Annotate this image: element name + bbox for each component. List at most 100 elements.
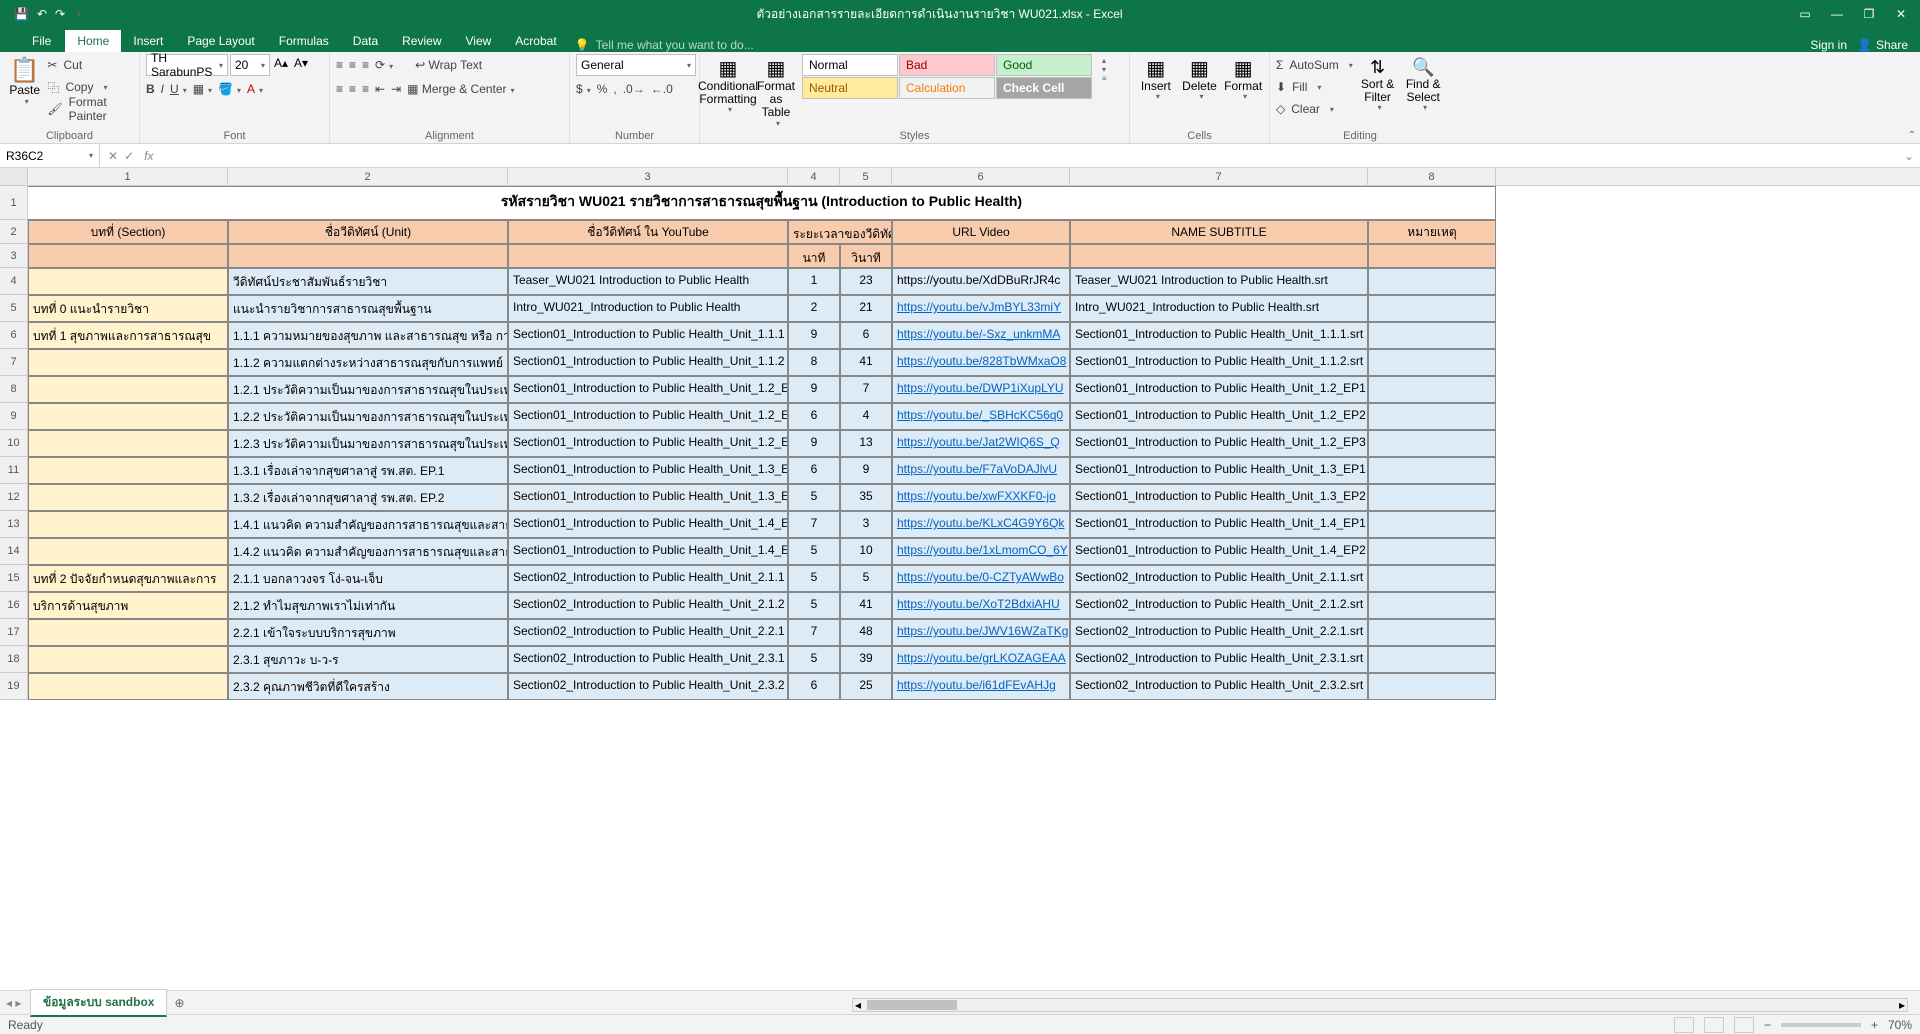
- style-check-cell[interactable]: Check Cell: [996, 77, 1092, 99]
- underline-button[interactable]: U▾: [170, 82, 187, 96]
- cell[interactable]: 1.1.1 ความหมายของสุขภาพ และสาธารณสุข หรื…: [228, 322, 508, 349]
- cell[interactable]: [1368, 619, 1496, 646]
- row-header[interactable]: 7: [0, 349, 28, 376]
- cell[interactable]: [1368, 484, 1496, 511]
- cell[interactable]: 9: [788, 322, 840, 349]
- cell[interactable]: Section01_Introduction to Public Health_…: [1070, 349, 1368, 376]
- cell[interactable]: ระยะเวลาของวีดิทัศน์: [788, 220, 892, 244]
- cell[interactable]: https://youtu.be/-Sxz_unkmMA: [892, 322, 1070, 349]
- autosum-button[interactable]: ΣAutoSum▾: [1276, 54, 1353, 76]
- zoom-in-button[interactable]: +: [1871, 1018, 1878, 1032]
- cell[interactable]: วีดิทัศน์ประชาสัมพันธ์รายวิชา: [228, 268, 508, 295]
- cell[interactable]: 39: [840, 646, 892, 673]
- cell[interactable]: 41: [840, 592, 892, 619]
- italic-button[interactable]: I: [161, 82, 164, 96]
- column-header[interactable]: 1: [28, 168, 228, 185]
- cell[interactable]: https://youtu.be/XoT2BdxiAHU: [892, 592, 1070, 619]
- style-calculation[interactable]: Calculation: [899, 77, 995, 99]
- spreadsheet-grid[interactable]: 12345678 1รหัสรายวิชา WU021 รายวิชาการสา…: [0, 168, 1920, 990]
- align-bottom-icon[interactable]: ≡: [362, 58, 369, 72]
- horizontal-scrollbar[interactable]: ◂▸: [852, 998, 1908, 1012]
- column-header[interactable]: 6: [892, 168, 1070, 185]
- styles-more-icon[interactable]: ≡: [1102, 74, 1107, 83]
- cell[interactable]: Section02_Introduction to Public Health_…: [508, 565, 788, 592]
- cell[interactable]: Section01_Introduction to Public Health_…: [1070, 322, 1368, 349]
- cell[interactable]: Teaser_WU021 Introduction to Public Heal…: [1070, 268, 1368, 295]
- cell[interactable]: 2.1.2 ทำไมสุขภาพเราไม่เท่ากัน: [228, 592, 508, 619]
- cell[interactable]: Section01_Introduction to Public Health_…: [508, 430, 788, 457]
- minimize-icon[interactable]: —: [1830, 7, 1844, 21]
- fx-icon[interactable]: fx: [144, 149, 153, 163]
- cell[interactable]: 9: [788, 430, 840, 457]
- cell[interactable]: 13: [840, 430, 892, 457]
- style-normal[interactable]: Normal: [802, 54, 898, 76]
- cell[interactable]: [1368, 511, 1496, 538]
- cell[interactable]: https://youtu.be/i61dFEvAHJg: [892, 673, 1070, 700]
- row-header[interactable]: 4: [0, 268, 28, 295]
- bold-button[interactable]: B: [146, 82, 155, 96]
- increase-decimal-icon[interactable]: .0→: [623, 82, 645, 96]
- row-header[interactable]: 3: [0, 244, 28, 268]
- decrease-indent-icon[interactable]: ⇤: [375, 82, 385, 96]
- expand-formula-bar-icon[interactable]: ⌄: [1898, 149, 1920, 163]
- cell[interactable]: Section01_Introduction to Public Health_…: [508, 457, 788, 484]
- cell[interactable]: วินาที: [840, 244, 892, 268]
- cell[interactable]: 5: [788, 484, 840, 511]
- number-format-select[interactable]: General▾: [576, 54, 696, 76]
- cell[interactable]: Section01_Introduction to Public Health_…: [1070, 538, 1368, 565]
- cell[interactable]: 9: [840, 457, 892, 484]
- cell[interactable]: [28, 403, 228, 430]
- add-sheet-button[interactable]: ⊕: [169, 996, 189, 1010]
- align-right-icon[interactable]: ≡: [362, 82, 369, 96]
- cell[interactable]: Section01_Introduction to Public Health_…: [508, 511, 788, 538]
- page-break-view-button[interactable]: [1734, 1017, 1754, 1033]
- merge-center-button[interactable]: ▦ Merge & Center▾: [407, 82, 514, 96]
- zoom-slider[interactable]: [1781, 1023, 1861, 1027]
- row-header[interactable]: 13: [0, 511, 28, 538]
- cell[interactable]: [28, 673, 228, 700]
- row-header[interactable]: 8: [0, 376, 28, 403]
- row-header[interactable]: 18: [0, 646, 28, 673]
- row-header[interactable]: 15: [0, 565, 28, 592]
- align-top-icon[interactable]: ≡: [336, 58, 343, 72]
- cell[interactable]: 5: [788, 565, 840, 592]
- styles-scroll-down-icon[interactable]: ▾: [1102, 65, 1107, 74]
- cell[interactable]: 7: [788, 619, 840, 646]
- row-header[interactable]: 2: [0, 220, 28, 244]
- paste-button[interactable]: 📋Paste▾: [6, 54, 43, 106]
- cell[interactable]: Section02_Introduction to Public Health_…: [508, 592, 788, 619]
- close-icon[interactable]: ✕: [1894, 7, 1908, 21]
- maximize-icon[interactable]: ❐: [1862, 7, 1876, 21]
- cell[interactable]: Section02_Introduction to Public Health_…: [1070, 619, 1368, 646]
- cell[interactable]: 1.4.1 แนวคิด ความสำคัญของการสาธารณสุขและ…: [228, 511, 508, 538]
- style-good[interactable]: Good: [996, 54, 1092, 76]
- cell[interactable]: บทที่ 0 แนะนำรายวิชา: [28, 295, 228, 322]
- cell[interactable]: [1368, 538, 1496, 565]
- border-button[interactable]: ▦▾: [193, 82, 212, 96]
- save-icon[interactable]: 💾: [14, 7, 29, 21]
- cell[interactable]: Section01_Introduction to Public Health_…: [508, 538, 788, 565]
- cell[interactable]: 7: [840, 376, 892, 403]
- cell[interactable]: [1368, 592, 1496, 619]
- row-header[interactable]: 10: [0, 430, 28, 457]
- cell[interactable]: [28, 538, 228, 565]
- cell[interactable]: [28, 484, 228, 511]
- cell[interactable]: 1.2.3 ประวัติความเป็นมาของการสาธารณสุขใน…: [228, 430, 508, 457]
- cell[interactable]: [508, 244, 788, 268]
- sort-filter-button[interactable]: ⇅Sort & Filter▾: [1357, 54, 1399, 113]
- font-name-select[interactable]: TH SarabunPS▾: [146, 54, 228, 76]
- scrollbar-thumb[interactable]: [867, 1000, 957, 1010]
- cell[interactable]: Section01_Introduction to Public Health_…: [1070, 376, 1368, 403]
- cell[interactable]: 1.2.1 ประวัติความเป็นมาของการสาธารณสุขใน…: [228, 376, 508, 403]
- cell[interactable]: ชื่อวีดิทัศน์ (Unit): [228, 220, 508, 244]
- redo-icon[interactable]: ↷: [55, 7, 65, 21]
- cell[interactable]: https://youtu.be/grLKOZAGEAA: [892, 646, 1070, 673]
- cell[interactable]: [1368, 430, 1496, 457]
- increase-indent-icon[interactable]: ⇥: [391, 82, 401, 96]
- cell[interactable]: 35: [840, 484, 892, 511]
- style-neutral[interactable]: Neutral: [802, 77, 898, 99]
- column-header[interactable]: 5: [840, 168, 892, 185]
- cell[interactable]: [1368, 349, 1496, 376]
- cell[interactable]: บทที่ 2 ปัจจัยกำหนดสุขภาพและการ: [28, 565, 228, 592]
- cell[interactable]: Section02_Introduction to Public Health_…: [1070, 592, 1368, 619]
